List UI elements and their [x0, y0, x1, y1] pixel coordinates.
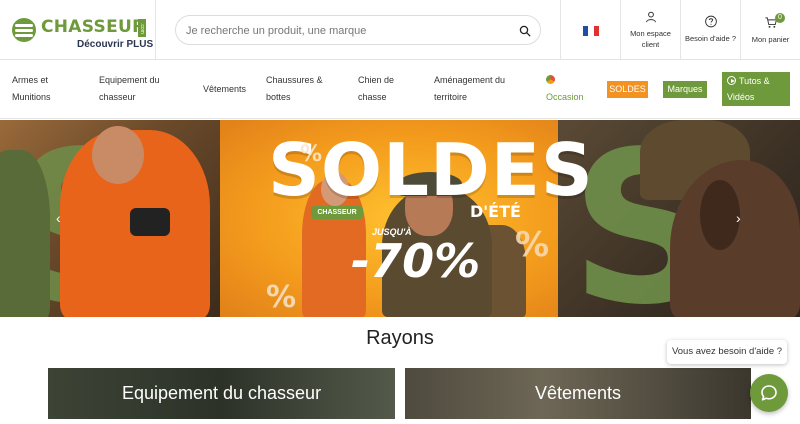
nav-item-label: Munitions	[12, 92, 51, 102]
nav-item-equipement[interactable]: Equipement du chasseur	[99, 72, 160, 106]
french-flag-icon	[583, 26, 599, 36]
hunter-head	[92, 126, 144, 184]
language-selector[interactable]	[560, 0, 620, 60]
search-icon[interactable]	[519, 25, 531, 37]
rayon-tile-vetements[interactable]: Vêtements	[405, 368, 751, 419]
chat-button[interactable]	[750, 374, 788, 412]
nav-item-label: chasse	[358, 92, 387, 102]
nav-item-label: Chaussures &	[266, 75, 323, 85]
carousel-prev-icon[interactable]: ‹	[56, 210, 66, 226]
nav-item-label: chasseur	[99, 92, 136, 102]
hero-banner[interactable]: S S SOLDES D'ÉTÉ CHASSEUR JUSQU'À -70% %…	[0, 120, 800, 317]
nav-item-label: bottes	[266, 92, 291, 102]
nav-item-chien[interactable]: Chien de chasse	[358, 72, 394, 106]
nav-item-label: Chien de	[358, 75, 395, 85]
cart-link[interactable]: 0 Mon panier	[740, 0, 800, 60]
nav-item-label: Vêtements	[203, 84, 247, 94]
search-bar	[175, 15, 541, 45]
help-label: Besoin d'aide ?	[684, 34, 737, 43]
hunter-figure	[0, 150, 50, 317]
logo-text: CHASSEUR	[41, 17, 146, 37]
carousel-next-icon[interactable]: ›	[736, 210, 746, 226]
rayon-tile-equipement[interactable]: Equipement du chasseur	[48, 368, 395, 419]
occasion-label: Occasion	[546, 92, 584, 102]
rayon-tile-label: Vêtements	[534, 383, 622, 403]
logo[interactable]: CHASSEUR .com Découvrir PLUS	[0, 0, 156, 60]
banner-deco-percent: %	[266, 280, 297, 315]
logo-dotcom: .com	[138, 19, 146, 37]
user-icon	[645, 11, 656, 23]
account-label: Mon espace client	[630, 29, 671, 49]
nav-item-armes[interactable]: Armes et Munitions	[12, 72, 51, 106]
account-link[interactable]: Mon espace client	[620, 0, 680, 60]
logo-mark-icon	[12, 18, 36, 42]
nav-item-label: Armes et	[12, 75, 49, 85]
search-input[interactable]	[186, 22, 506, 40]
nav-item-vetements[interactable]: Vêtements	[203, 81, 246, 98]
soldes-button[interactable]: SOLDES	[607, 81, 648, 98]
banner-deco-percent: %	[515, 225, 550, 265]
tutos-label-line1: Tutos &	[739, 76, 770, 86]
logo-sub-prefix: Découvrir	[77, 39, 124, 50]
nav-item-label: Aménagement du	[434, 75, 506, 85]
nav-item-label: territoire	[434, 92, 468, 102]
banner-subtitle: D'ÉTÉ	[470, 202, 521, 221]
chat-help-bubble[interactable]: Vous avez besoin d'aide ?	[667, 340, 787, 364]
tutos-label-line2: Vidéos	[727, 92, 755, 102]
dog-ear	[700, 180, 740, 250]
help-link[interactable]: Besoin d'aide ?	[680, 0, 740, 60]
nav-item-chaussures[interactable]: Chaussures & bottes	[266, 72, 323, 106]
occasion-icon	[546, 75, 555, 84]
banner-deco-percent: %	[300, 142, 323, 167]
help-circle-icon	[704, 15, 717, 28]
rayon-tile-label: Equipement du chasseur	[121, 383, 322, 403]
main-nav: Armes et Munitions Equipement du chasseu…	[0, 60, 800, 119]
logo-sub-brand: PLUS	[126, 39, 154, 50]
nav-item-label: Equipement du	[99, 75, 160, 85]
binoculars	[130, 208, 170, 236]
cart-count-badge: 0	[775, 13, 785, 23]
cart-label: Mon panier	[751, 35, 790, 44]
site-header: CHASSEUR .com Découvrir PLUS Mon espace …	[0, 0, 800, 60]
play-icon	[727, 76, 736, 85]
nav-item-amenagement[interactable]: Aménagement du territoire	[434, 72, 505, 106]
banner-brand-pill: CHASSEUR	[311, 206, 363, 219]
nav-item-occasion[interactable]: Occasion	[546, 75, 586, 105]
logo-subtitle: Découvrir PLUS	[77, 39, 153, 50]
marques-button[interactable]: Marques	[663, 81, 707, 98]
chat-bubble-icon	[761, 385, 777, 401]
banner-discount: -70%	[351, 234, 481, 288]
tutos-videos-button[interactable]: Tutos & Vidéos	[722, 72, 790, 106]
